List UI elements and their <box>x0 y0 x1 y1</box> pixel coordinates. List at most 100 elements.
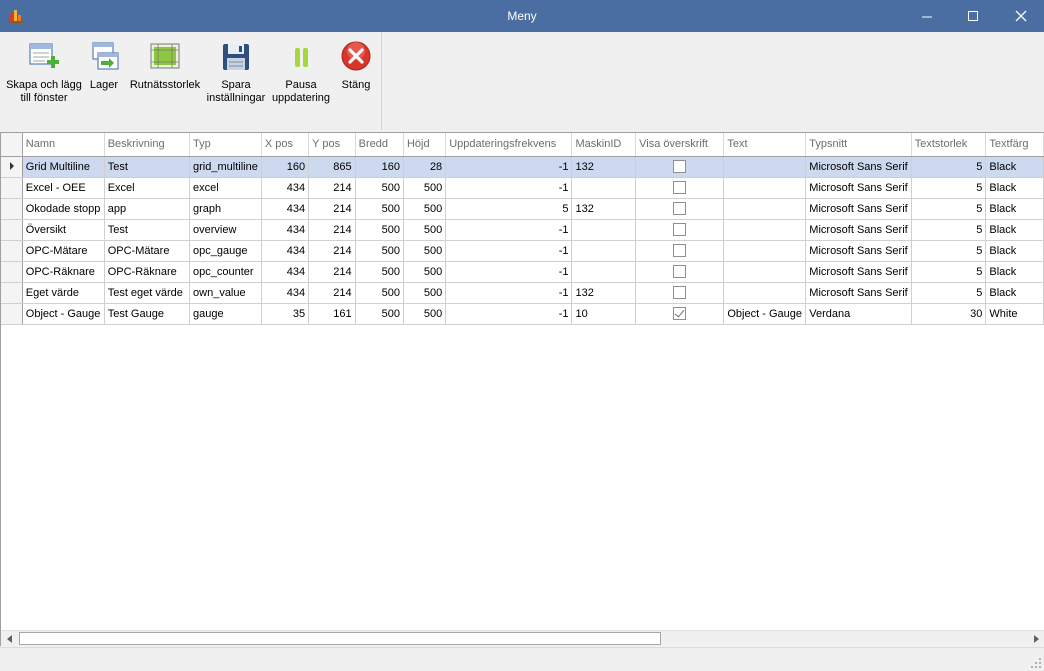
scroll-left-button[interactable] <box>1 631 18 646</box>
cell-maskinid[interactable] <box>571 261 637 283</box>
cell-typsnitt[interactable]: Microsoft Sans Serif <box>805 156 912 178</box>
cell-xpos[interactable]: 434 <box>261 198 310 220</box>
scrollbar-thumb[interactable] <box>19 632 661 645</box>
column-header-maskinid[interactable]: MaskinID <box>571 133 637 157</box>
cell-namn[interactable]: Okodade stopp <box>22 198 105 220</box>
table-row[interactable]: Grid Multiline Test grid_multiline 160 865 16… <box>1 156 1044 178</box>
table-row[interactable]: Object - Gauge Test Gauge gauge 35 161 500 500… <box>1 303 1044 325</box>
column-header-textstorlek[interactable]: Textstorlek <box>911 133 987 157</box>
grid-size-button[interactable]: Rutnätsstorlek <box>126 40 204 92</box>
cell-visa-overskrift[interactable] <box>635 156 725 178</box>
cell-text[interactable] <box>723 261 807 283</box>
cell-typsnitt[interactable]: Microsoft Sans Serif <box>805 282 912 304</box>
row-header[interactable] <box>1 177 23 199</box>
cell-typ[interactable]: own_value <box>189 282 262 304</box>
cell-bredd[interactable]: 500 <box>355 240 404 262</box>
visa-overskrift-checkbox[interactable] <box>673 265 687 278</box>
cell-uppdateringsfrekvens[interactable]: 5 <box>445 198 573 220</box>
cell-maskinid[interactable]: 132 <box>571 156 637 178</box>
visa-overskrift-checkbox[interactable] <box>673 307 687 320</box>
visa-overskrift-checkbox[interactable] <box>673 160 687 173</box>
column-header-ypos[interactable]: Y pos <box>308 133 356 157</box>
cell-typ[interactable]: graph <box>189 198 262 220</box>
cell-uppdateringsfrekvens[interactable]: -1 <box>445 303 573 325</box>
cell-textfarg[interactable]: Black <box>985 156 1044 178</box>
cell-xpos[interactable]: 160 <box>261 156 310 178</box>
cell-uppdateringsfrekvens[interactable]: -1 <box>445 177 573 199</box>
scroll-right-button[interactable] <box>1027 631 1044 646</box>
cell-textfarg[interactable]: Black <box>985 198 1044 220</box>
cell-namn[interactable]: Översikt <box>22 219 105 241</box>
cell-namn[interactable]: Eget värde <box>22 282 105 304</box>
cell-visa-overskrift[interactable] <box>635 219 725 241</box>
column-header-typsnitt[interactable]: Typsnitt <box>805 133 912 157</box>
column-header-hojd[interactable]: Höjd <box>403 133 447 157</box>
cell-xpos[interactable]: 434 <box>261 219 310 241</box>
column-header-textfarg[interactable]: Textfärg <box>985 133 1044 157</box>
cell-beskrivning[interactable]: Test <box>104 219 191 241</box>
cell-textstorlek[interactable]: 5 <box>911 282 987 304</box>
cell-xpos[interactable]: 434 <box>261 240 310 262</box>
row-header[interactable] <box>1 303 23 325</box>
cell-text[interactable] <box>723 156 807 178</box>
layers-button[interactable]: Lager <box>84 40 124 92</box>
cell-textstorlek[interactable]: 5 <box>911 219 987 241</box>
cell-hojd[interactable]: 28 <box>403 156 447 178</box>
cell-hojd[interactable]: 500 <box>403 282 447 304</box>
cell-uppdateringsfrekvens[interactable]: -1 <box>445 156 573 178</box>
cell-namn[interactable]: Grid Multiline <box>22 156 105 178</box>
data-grid[interactable]: Namn Beskrivning Typ X pos Y pos Bredd H… <box>0 132 1044 646</box>
column-header-uppdateringsfrekvens[interactable]: Uppdateringsfrekvens <box>445 133 573 157</box>
cell-typ[interactable]: opc_counter <box>189 261 262 283</box>
cell-maskinid[interactable]: 132 <box>571 282 637 304</box>
cell-textstorlek[interactable]: 5 <box>911 177 987 199</box>
cell-textstorlek[interactable]: 5 <box>911 240 987 262</box>
cell-namn[interactable]: OPC-Räknare <box>22 261 105 283</box>
cell-typsnitt[interactable]: Microsoft Sans Serif <box>805 261 912 283</box>
cell-bredd[interactable]: 500 <box>355 177 404 199</box>
cell-textfarg[interactable]: Black <box>985 177 1044 199</box>
row-header[interactable] <box>1 282 23 304</box>
cell-typ[interactable]: gauge <box>189 303 262 325</box>
cell-typsnitt[interactable]: Microsoft Sans Serif <box>805 240 912 262</box>
cell-beskrivning[interactable]: OPC-Mätare <box>104 240 191 262</box>
row-header[interactable] <box>1 261 23 283</box>
minimize-button[interactable] <box>904 0 950 32</box>
cell-typsnitt[interactable]: Microsoft Sans Serif <box>805 177 912 199</box>
visa-overskrift-checkbox[interactable] <box>673 181 687 194</box>
cell-visa-overskrift[interactable] <box>635 198 725 220</box>
column-header-visa-overskrift[interactable]: Visa överskrift <box>635 133 725 157</box>
cell-textfarg[interactable]: Black <box>985 282 1044 304</box>
cell-textfarg[interactable]: Black <box>985 219 1044 241</box>
row-header[interactable] <box>1 219 23 241</box>
cell-beskrivning[interactable]: Excel <box>104 177 191 199</box>
cell-textfarg[interactable]: Black <box>985 261 1044 283</box>
pause-update-button[interactable]: Pausa uppdatering <box>268 40 334 105</box>
cell-maskinid[interactable] <box>571 177 637 199</box>
cell-typsnitt[interactable]: Microsoft Sans Serif <box>805 219 912 241</box>
title-bar[interactable]: Meny <box>0 0 1044 32</box>
cell-maskinid[interactable]: 132 <box>571 198 637 220</box>
column-header-text[interactable]: Text <box>723 133 807 157</box>
cell-xpos[interactable]: 35 <box>261 303 310 325</box>
cell-visa-overskrift[interactable] <box>635 240 725 262</box>
cell-uppdateringsfrekvens[interactable]: -1 <box>445 240 573 262</box>
cell-hojd[interactable]: 500 <box>403 261 447 283</box>
cell-beskrivning[interactable]: Test eget värde <box>104 282 191 304</box>
cell-hojd[interactable]: 500 <box>403 198 447 220</box>
cell-namn[interactable]: OPC-Mätare <box>22 240 105 262</box>
cell-text[interactable]: Object - Gauge <box>723 303 807 325</box>
cell-beskrivning[interactable]: OPC-Räknare <box>104 261 191 283</box>
cell-typ[interactable]: grid_multiline <box>189 156 262 178</box>
cell-ypos[interactable]: 214 <box>308 261 356 283</box>
cell-textstorlek[interactable]: 5 <box>911 198 987 220</box>
cell-visa-overskrift[interactable] <box>635 177 725 199</box>
cell-bredd[interactable]: 160 <box>355 156 404 178</box>
cell-ypos[interactable]: 214 <box>308 198 356 220</box>
visa-overskrift-checkbox[interactable] <box>673 244 687 257</box>
cell-hojd[interactable]: 500 <box>403 177 447 199</box>
row-header[interactable] <box>1 198 23 220</box>
cell-bredd[interactable]: 500 <box>355 282 404 304</box>
maximize-button[interactable] <box>950 0 996 32</box>
cell-textfarg[interactable]: White <box>985 303 1044 325</box>
